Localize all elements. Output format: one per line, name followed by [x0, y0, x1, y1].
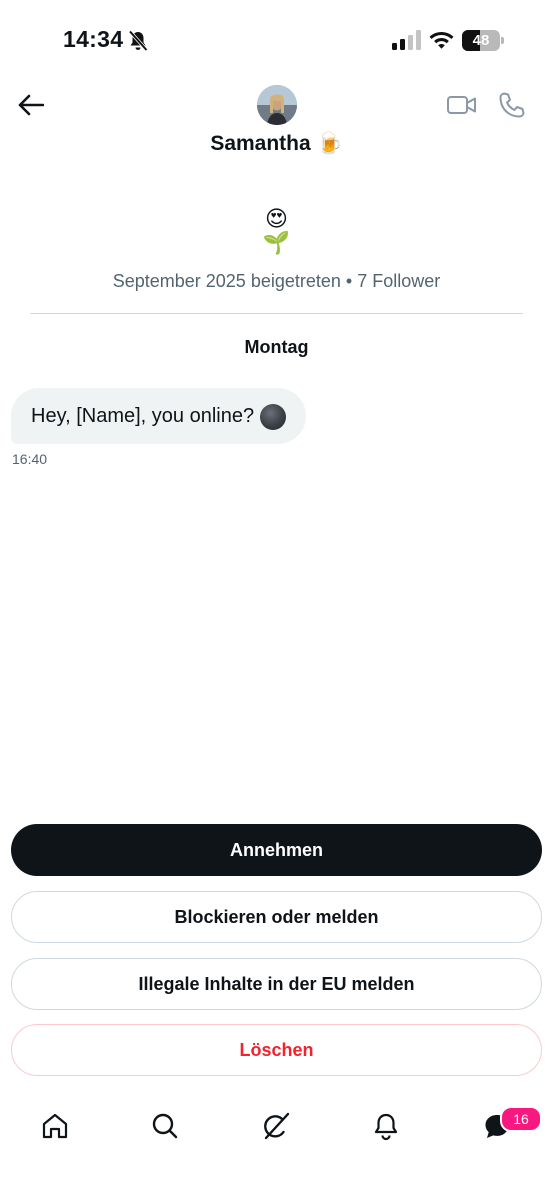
signal-icon [392, 30, 421, 50]
arrow-left-icon [18, 94, 44, 116]
message-text: Hey, [Name], you online? [31, 404, 255, 427]
new-moon-face-icon [260, 404, 287, 430]
nav-notifications[interactable] [369, 1109, 403, 1143]
nav-search[interactable] [148, 1109, 182, 1143]
messages-badge: 16 [500, 1106, 542, 1132]
meta-separator: • [345, 271, 353, 291]
accept-button[interactable]: Annehmen [11, 824, 542, 876]
bio-emoji-heart-eyes: 😍 [265, 207, 288, 232]
bio-emoji-seedling: 🌱 [262, 231, 291, 256]
status-time: 14:34 [63, 26, 124, 52]
wifi-icon [429, 32, 454, 49]
contact-name[interactable]: Samantha 🍺 [0, 131, 553, 156]
profile-meta: September 2025 beigetreten • 7 Follower [0, 271, 553, 292]
message-timestamp: 16:40 [12, 451, 48, 467]
battery-percent: 48 [472, 32, 490, 49]
message-bubble[interactable]: Hey, [Name], you online? [11, 388, 307, 444]
delete-button[interactable]: Löschen [11, 1024, 542, 1076]
back-button[interactable] [14, 88, 48, 122]
joined-date: September 2025 beigetreten [112, 271, 341, 291]
status-bar: 14:34 48 [0, 0, 553, 80]
beer-emoji: 🍺 [316, 131, 343, 155]
avatar-image [257, 85, 297, 125]
day-separator: Montag [244, 337, 309, 357]
nav-home[interactable] [38, 1109, 72, 1143]
report-illegal-content-eu-button[interactable]: Illegale Inhalte in der EU melden [11, 958, 542, 1010]
avatar[interactable] [257, 85, 297, 125]
bell-off-icon [128, 30, 148, 52]
home-icon [42, 1113, 68, 1139]
phone-call-icon[interactable] [497, 90, 527, 120]
nav-grok[interactable] [259, 1109, 293, 1143]
block-or-report-button[interactable]: Blockieren oder melden [11, 891, 542, 943]
video-call-icon[interactable] [446, 90, 478, 120]
search-icon [152, 1113, 178, 1139]
notifications-icon [374, 1113, 398, 1141]
divider [30, 313, 523, 314]
battery-icon: 48 [462, 30, 504, 51]
follower-count[interactable]: 7 Follower [357, 271, 440, 291]
grok-icon [264, 1112, 290, 1140]
contact-name-text: Samantha [210, 132, 311, 155]
